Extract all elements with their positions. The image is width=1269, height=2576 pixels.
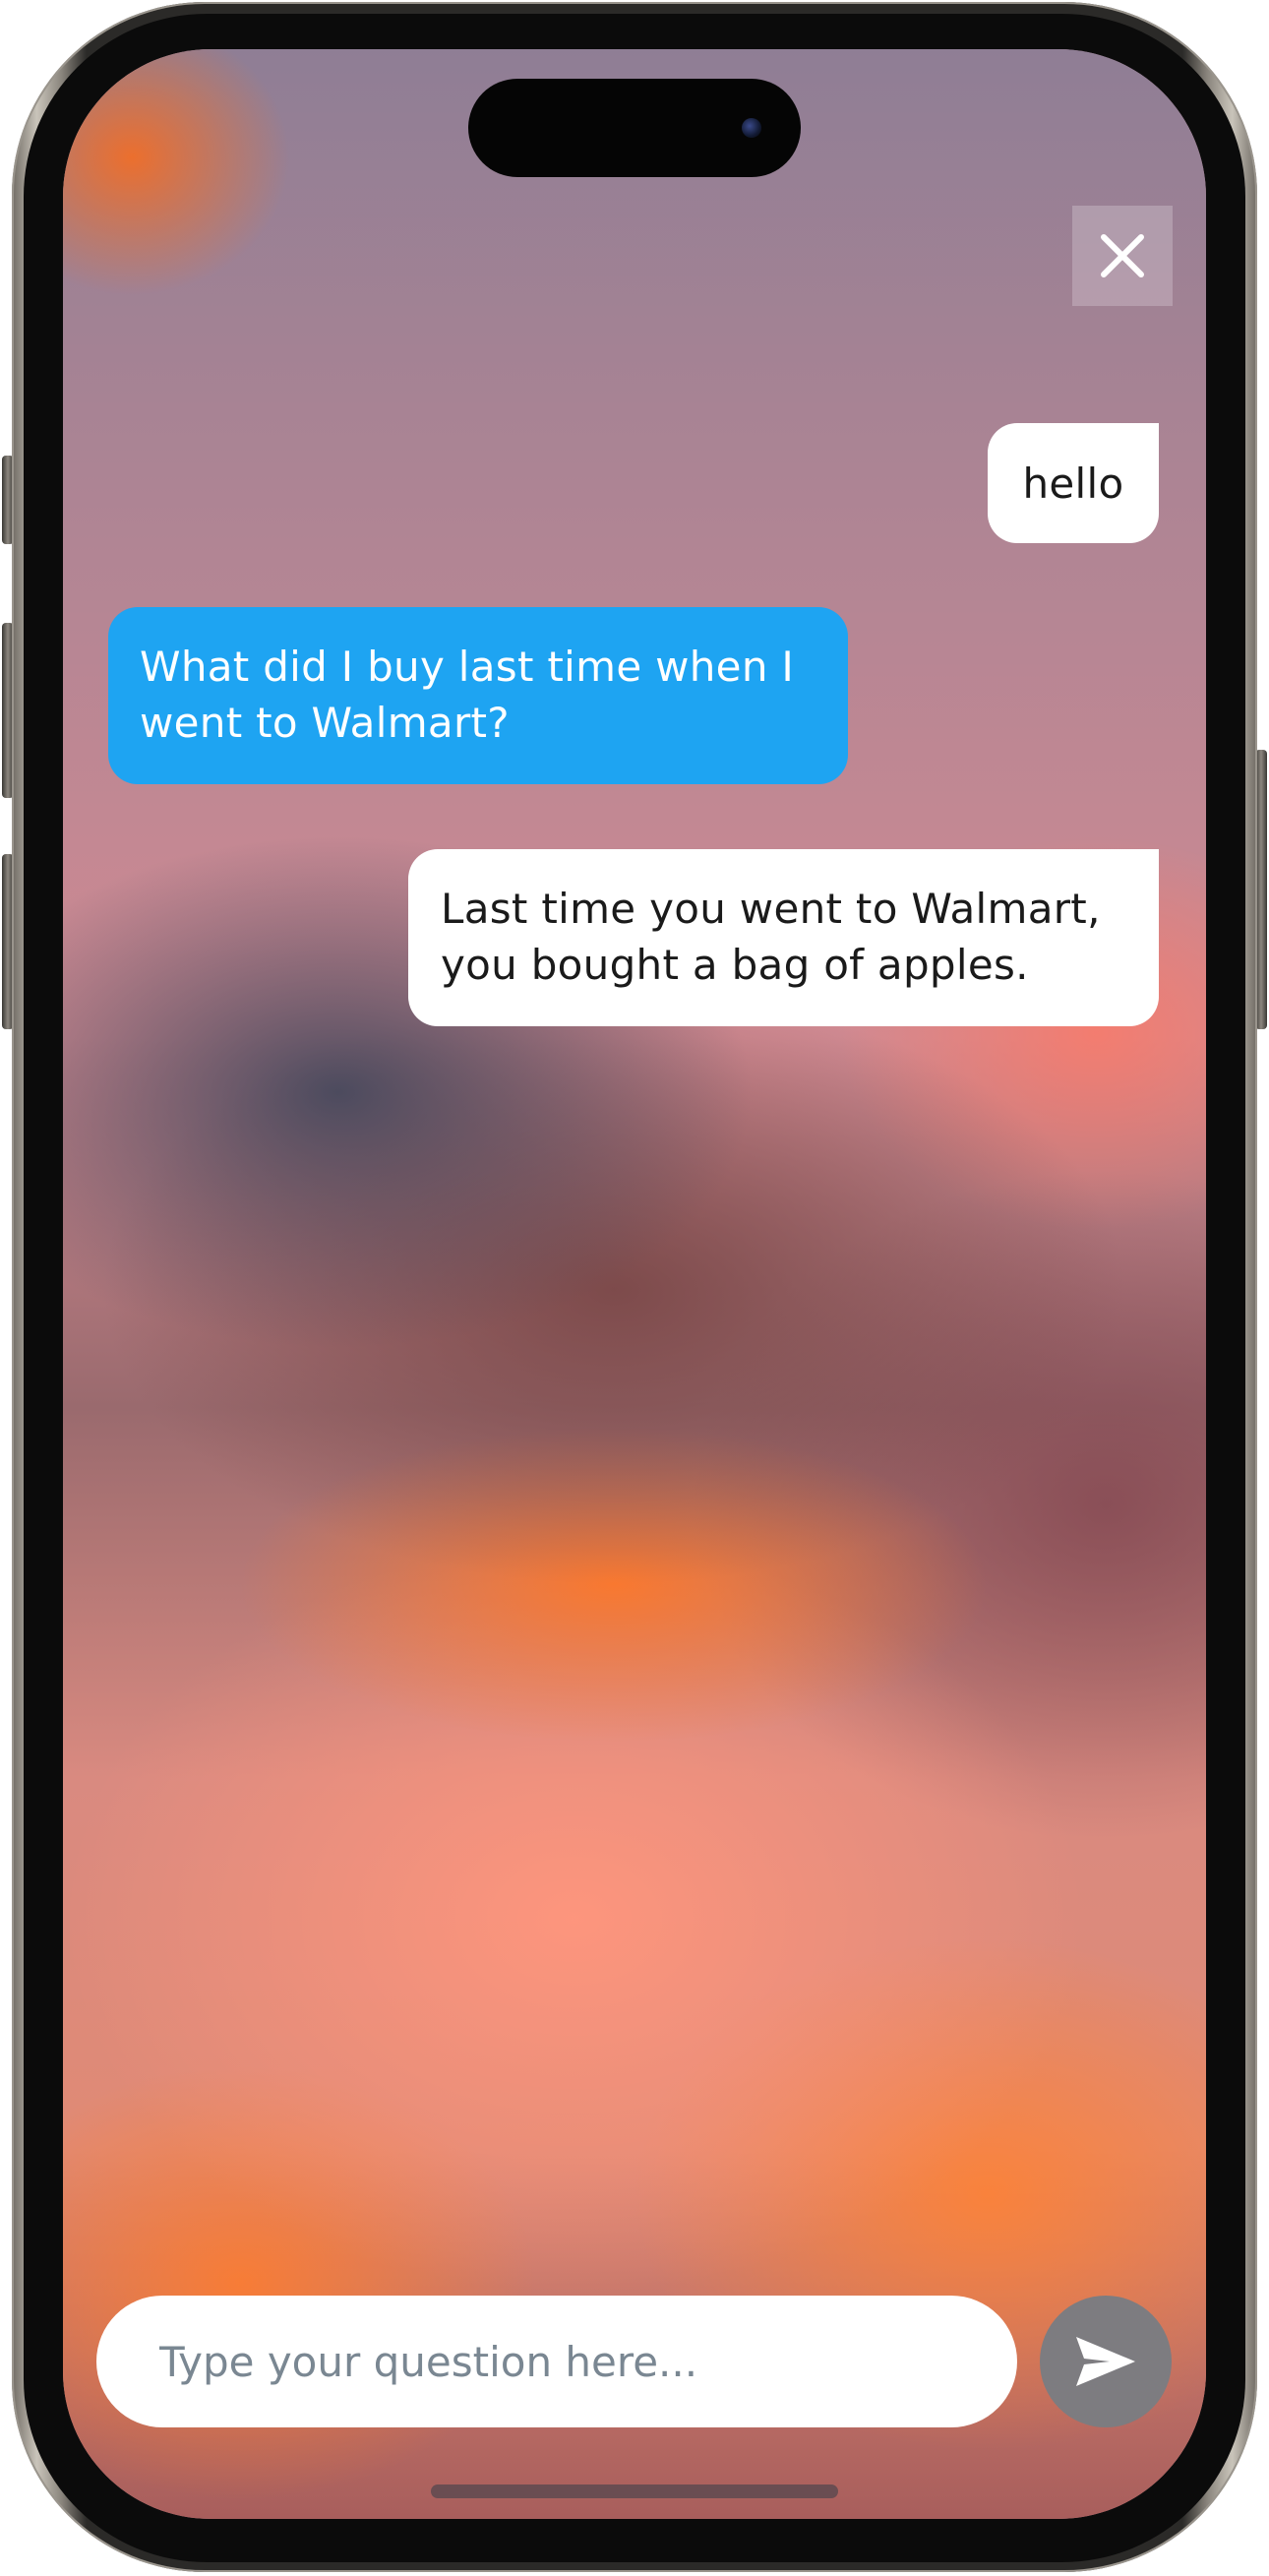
home-indicator[interactable] [431, 2484, 838, 2498]
device-mockup: hello What did I buy last time when I we… [0, 0, 1269, 2576]
close-button[interactable] [1072, 206, 1173, 306]
question-message-text: What did I buy last time when I went to … [140, 643, 795, 747]
composer-field-wrapper [96, 2296, 1017, 2427]
answer-message-bubble: Last time you went to Walmart, you bough… [408, 849, 1159, 1026]
user-message-bubble: hello [988, 423, 1159, 543]
send-icon [1076, 2337, 1135, 2386]
question-message-bubble: What did I buy last time when I went to … [108, 607, 848, 784]
dynamic-island [468, 79, 801, 177]
close-icon [1101, 234, 1144, 277]
app-screen: hello What did I buy last time when I we… [63, 49, 1206, 2519]
question-input[interactable] [96, 2296, 1017, 2427]
send-button[interactable] [1040, 2296, 1172, 2427]
user-message-text: hello [1022, 459, 1124, 508]
answer-message-text: Last time you went to Walmart, you bough… [441, 885, 1101, 989]
camera-icon [742, 118, 761, 138]
blurred-background [63, 49, 1206, 2519]
